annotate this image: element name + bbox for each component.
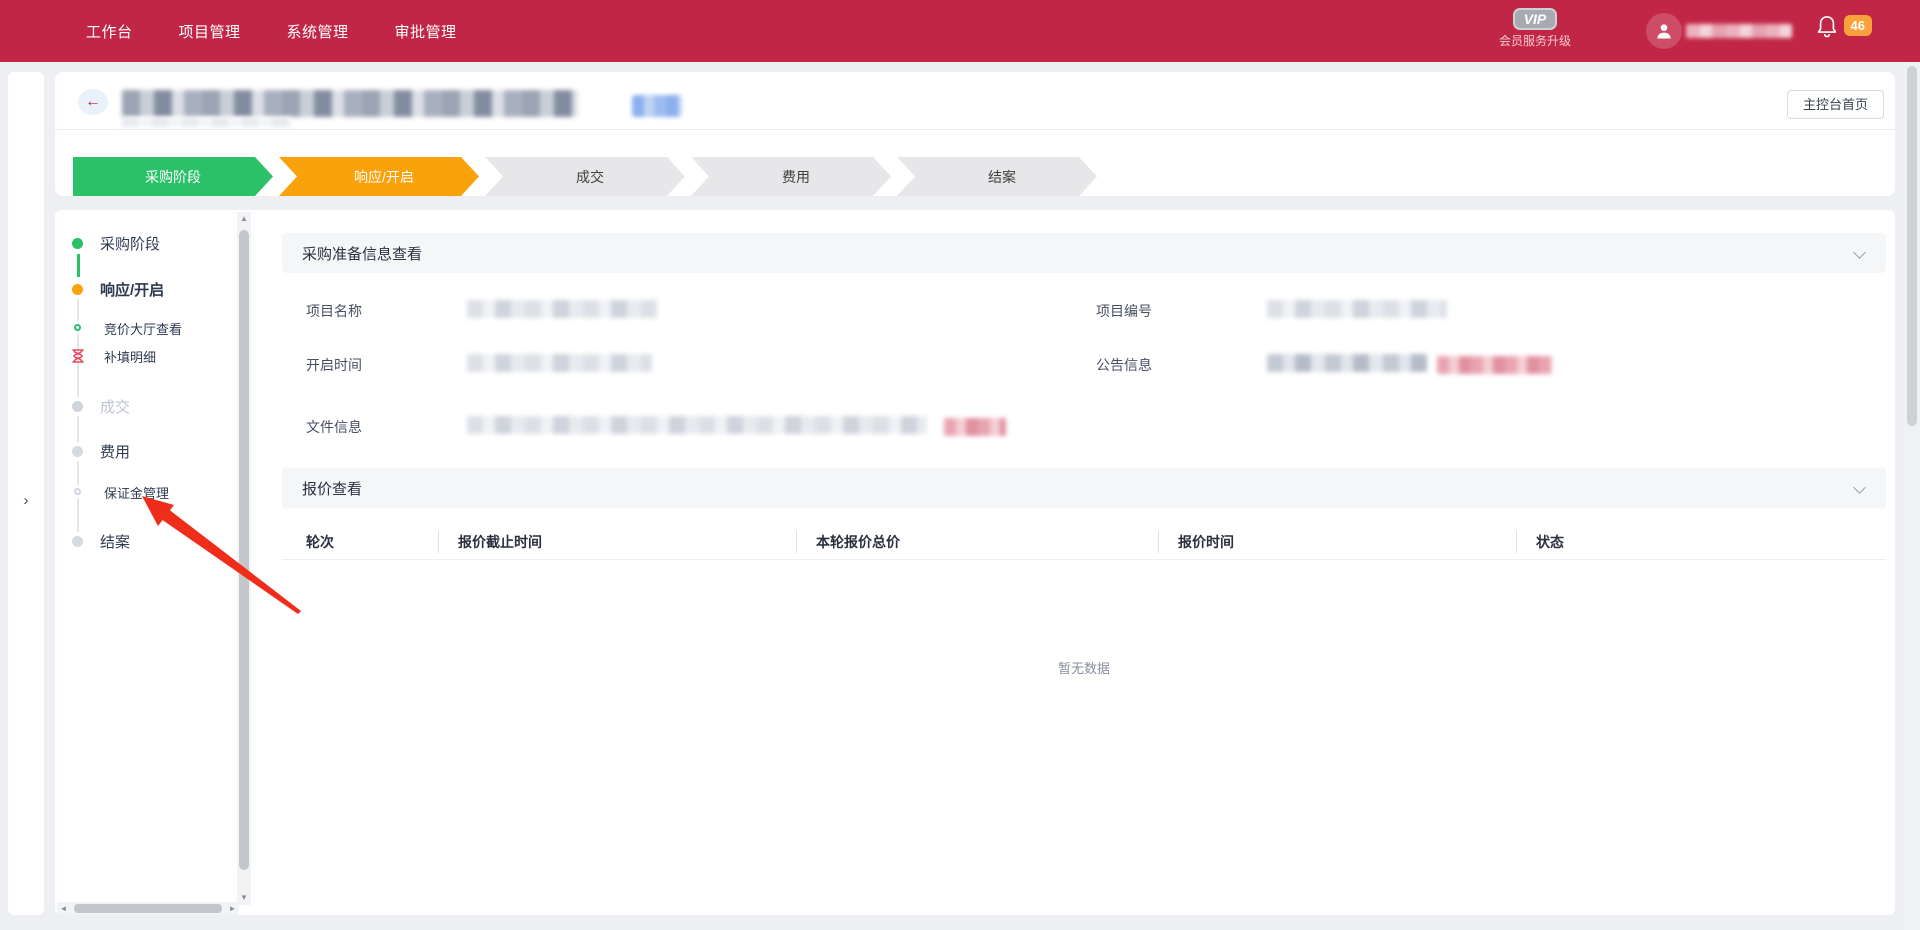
sidebar-item-fees[interactable]: 费用 [100, 441, 130, 462]
project-title-redacted [122, 90, 578, 117]
hourglass-icon [72, 349, 84, 363]
step-response-open[interactable]: 响应/开启 [279, 157, 479, 196]
field-label-file-info: 文件信息 [306, 417, 362, 437]
back-button[interactable]: ← [78, 89, 108, 115]
nav-item-project-management[interactable]: 项目管理 [179, 21, 241, 42]
project-header-card: ← 主控台首页 采购阶段 响应/开启 成交 费用 结案 [55, 72, 1895, 196]
field-label-project-name: 项目名称 [306, 301, 362, 321]
timeline-dot-active [72, 284, 83, 295]
announcement-value-redacted [1267, 354, 1427, 372]
top-navbar: 工作台 项目管理 系统管理 审批管理 VIP 会员服务升级 46 [0, 0, 1920, 62]
column-quote-time: 报价时间 [1178, 532, 1234, 552]
quote-section-title: 报价查看 [302, 478, 362, 499]
status-tag-redacted [632, 95, 682, 117]
sidebar-item-procurement-stage[interactable]: 采购阶段 [100, 233, 160, 254]
sidebar-item-supplement-detail[interactable]: 补填明细 [104, 347, 156, 366]
project-header-row: ← 主控台首页 [55, 72, 1895, 130]
step-deal[interactable]: 成交 [485, 157, 685, 196]
prep-info-section-header: 采购准备信息查看 [282, 233, 1886, 273]
column-quote-deadline: 报价截止时间 [458, 532, 542, 552]
stage-sidebar: 采购阶段 响应/开启 竞价大厅查看 补填明细 成交 费用 保证金管理 结案 ▲ … [55, 210, 252, 915]
column-status: 状态 [1536, 532, 1564, 552]
expand-chevron-icon[interactable]: › [8, 492, 44, 509]
notification-count-badge: 46 [1844, 15, 1872, 36]
field-label-open-time: 开启时间 [306, 355, 362, 375]
timeline-line [77, 297, 79, 537]
sidebar-hscroll-thumb[interactable] [74, 904, 222, 913]
sidebar-item-bidding-hall[interactable]: 竞价大厅查看 [104, 319, 182, 338]
nav-item-system-management[interactable]: 系统管理 [287, 21, 349, 42]
project-number-value-redacted [1267, 300, 1447, 318]
bell-icon [1816, 15, 1838, 39]
scroll-down-icon[interactable]: ▼ [237, 891, 251, 905]
file-info-value-redacted [467, 416, 927, 434]
nav-item-workbench[interactable]: 工作台 [86, 21, 133, 42]
column-round-total-price: 本轮报价总价 [816, 532, 900, 552]
project-name-value-redacted [467, 300, 657, 318]
timeline-ring-green [74, 324, 81, 331]
notification-area[interactable]: 46 [1816, 15, 1872, 39]
column-round: 轮次 [306, 532, 334, 552]
open-time-value-redacted [467, 354, 652, 372]
user-avatar[interactable] [1646, 13, 1682, 49]
person-icon [1654, 21, 1674, 41]
project-subtitle-redacted [122, 117, 292, 127]
chevron-down-icon[interactable] [1853, 246, 1866, 259]
column-separator [1158, 531, 1159, 553]
sidebar-item-response-open[interactable]: 响应/开启 [100, 279, 164, 300]
collapse-panel: › [8, 72, 44, 915]
timeline-dot-done [72, 238, 83, 249]
main-panel: 采购阶段 响应/开启 竞价大厅查看 补填明细 成交 费用 保证金管理 结案 ▲ … [55, 210, 1895, 915]
main-menu: 工作台 项目管理 系统管理 审批管理 [0, 21, 457, 42]
vip-caption: 会员服务升级 [1480, 32, 1590, 49]
field-label-announcement-info: 公告信息 [1096, 355, 1152, 375]
scroll-up-icon[interactable]: ▲ [237, 212, 251, 226]
timeline-line-done [77, 254, 80, 277]
sidebar-item-deposit-management[interactable]: 保证金管理 [104, 483, 169, 502]
step-procurement-stage[interactable]: 采购阶段 [73, 157, 273, 196]
quote-section-header: 报价查看 [282, 468, 1886, 508]
column-separator [1516, 531, 1517, 553]
stage-step-arrows: 采购阶段 响应/开启 成交 费用 结案 [73, 157, 1097, 196]
page-scrollbar[interactable] [1904, 62, 1920, 930]
field-label-project-number: 项目编号 [1096, 301, 1152, 321]
sidebar-item-deal: 成交 [100, 396, 130, 417]
column-separator [796, 531, 797, 553]
page: 工作台 项目管理 系统管理 审批管理 VIP 会员服务升级 46 › [0, 0, 1920, 930]
column-separator [438, 531, 439, 553]
sidebar-item-closing[interactable]: 结案 [100, 531, 130, 552]
nav-item-approval-management[interactable]: 审批管理 [395, 21, 457, 42]
quote-table-header: 轮次 报价截止时间 本轮报价总价 报价时间 状态 [282, 524, 1886, 560]
announcement-link-redacted[interactable] [1437, 356, 1552, 374]
console-home-button[interactable]: 主控台首页 [1787, 90, 1884, 119]
scroll-right-icon[interactable]: ► [226, 902, 239, 915]
prep-info-fields: 项目名称 项目编号 开启时间 公告信息 文件信息 [282, 273, 1895, 468]
timeline-dot-fees [72, 446, 83, 457]
timeline-dot-disabled [72, 401, 83, 412]
prep-info-section-title: 采购准备信息查看 [302, 243, 422, 264]
sidebar-horizontal-scrollbar[interactable]: ◄ ► [57, 902, 239, 915]
vip-icon: VIP [1513, 8, 1558, 30]
empty-data-text: 暂无数据 [282, 658, 1886, 677]
chevron-down-icon[interactable] [1853, 481, 1866, 494]
step-fees[interactable]: 费用 [691, 157, 891, 196]
file-link-redacted[interactable] [944, 418, 1006, 436]
timeline-dot-closing [72, 536, 83, 547]
user-name-redacted [1686, 24, 1792, 38]
timeline-ring-gray [74, 488, 81, 495]
sidebar-vscroll-thumb[interactable] [239, 230, 249, 870]
scroll-left-icon[interactable]: ◄ [57, 902, 70, 915]
step-closing[interactable]: 结案 [897, 157, 1097, 196]
sidebar-vertical-scrollbar[interactable]: ▲ ▼ [237, 212, 251, 905]
main-content: 采购准备信息查看 项目名称 项目编号 开启时间 公告信息 文件信息 报价查看 [282, 210, 1895, 915]
vip-upgrade[interactable]: VIP 会员服务升级 [1480, 8, 1590, 49]
page-scroll-thumb[interactable] [1907, 66, 1917, 426]
